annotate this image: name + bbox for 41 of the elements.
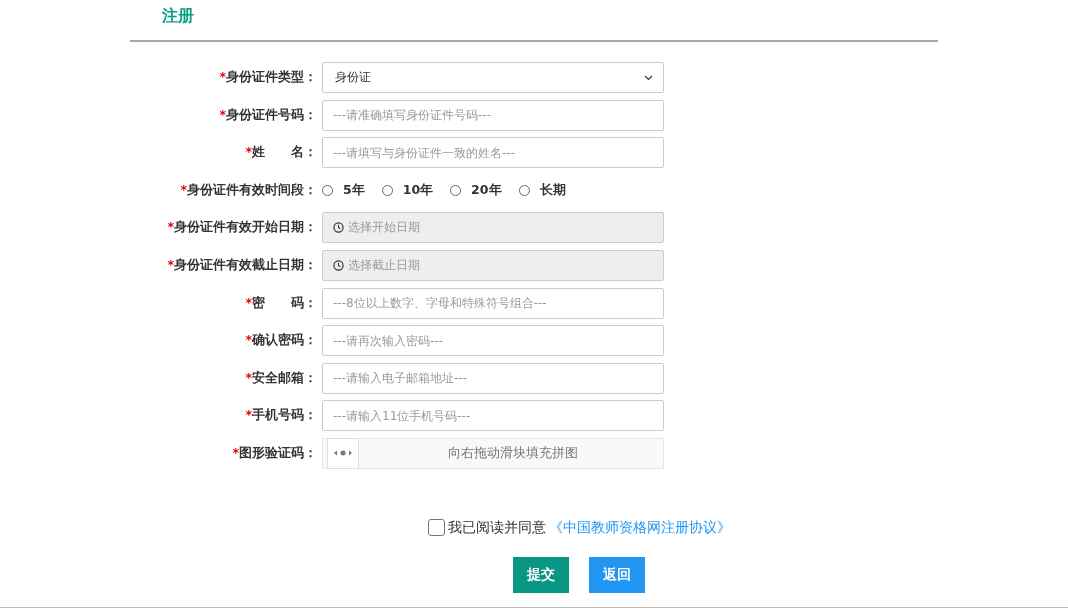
field-label: *图形验证码： bbox=[231, 444, 318, 462]
field-label: *身份证件有效开始日期： bbox=[166, 219, 318, 237]
field-label: *姓 名： bbox=[244, 144, 318, 162]
input-field[interactable]: ---请填写与身份证件一致的姓名--- bbox=[322, 137, 664, 169]
chevron-down-icon bbox=[644, 74, 653, 81]
input-field[interactable]: ---请输入11位手机号码--- bbox=[322, 400, 664, 432]
radio-label: 10年 bbox=[402, 181, 434, 199]
radio-button[interactable] bbox=[322, 184, 333, 196]
submit-button[interactable]: 提交 bbox=[513, 556, 569, 593]
field-label: *手机号码： bbox=[244, 407, 318, 425]
clock-icon bbox=[333, 222, 344, 234]
slider-hint: 向右拖动滑块填充拼图 bbox=[447, 444, 578, 462]
radio-label: 长期 bbox=[539, 181, 566, 199]
id-type-select[interactable]: 身份证 bbox=[322, 62, 664, 93]
radio-label: 5年 bbox=[343, 181, 365, 199]
slider-handle[interactable] bbox=[327, 437, 359, 469]
agree-checkbox[interactable] bbox=[427, 519, 445, 537]
radio-button[interactable] bbox=[381, 184, 393, 196]
agreement-link[interactable]: 《中国教师资格网注册协议》 bbox=[548, 518, 731, 537]
agree-text: 我已阅读并同意 bbox=[447, 518, 546, 537]
radio-label: 20年 bbox=[471, 181, 502, 199]
date-field[interactable]: 选择截止日期 bbox=[322, 249, 664, 281]
field-label: *身份证件有效时间段： bbox=[179, 181, 318, 199]
input-field[interactable]: ---请输入电子邮箱地址--- bbox=[322, 362, 664, 394]
slider-captcha-track[interactable]: 向右拖动滑块填充拼图 bbox=[322, 437, 664, 469]
field-label: *身份证件有效截止日期： bbox=[166, 256, 318, 274]
field-label: *安全邮箱： bbox=[244, 369, 318, 387]
back-button[interactable]: 返回 bbox=[589, 556, 645, 593]
field-label: *确认密码： bbox=[244, 332, 318, 350]
field-label: *身份证件号码： bbox=[218, 106, 318, 124]
page-title: 注册 bbox=[161, 5, 194, 27]
input-field[interactable]: ---8位以上数字、字母和特殊符号组合--- bbox=[322, 287, 664, 319]
field-label: *密 码： bbox=[244, 294, 318, 312]
field-label: *身份证件类型： bbox=[218, 69, 318, 86]
radio-button[interactable] bbox=[518, 184, 530, 196]
input-field[interactable]: ---请再次输入密码--- bbox=[322, 325, 664, 357]
input-field[interactable]: ---请准确填写身份证件号码--- bbox=[322, 99, 664, 131]
clock-icon bbox=[333, 259, 344, 271]
arrows-icon bbox=[334, 450, 352, 457]
date-field[interactable]: 选择开始日期 bbox=[322, 212, 664, 244]
radio-button[interactable] bbox=[450, 184, 462, 196]
